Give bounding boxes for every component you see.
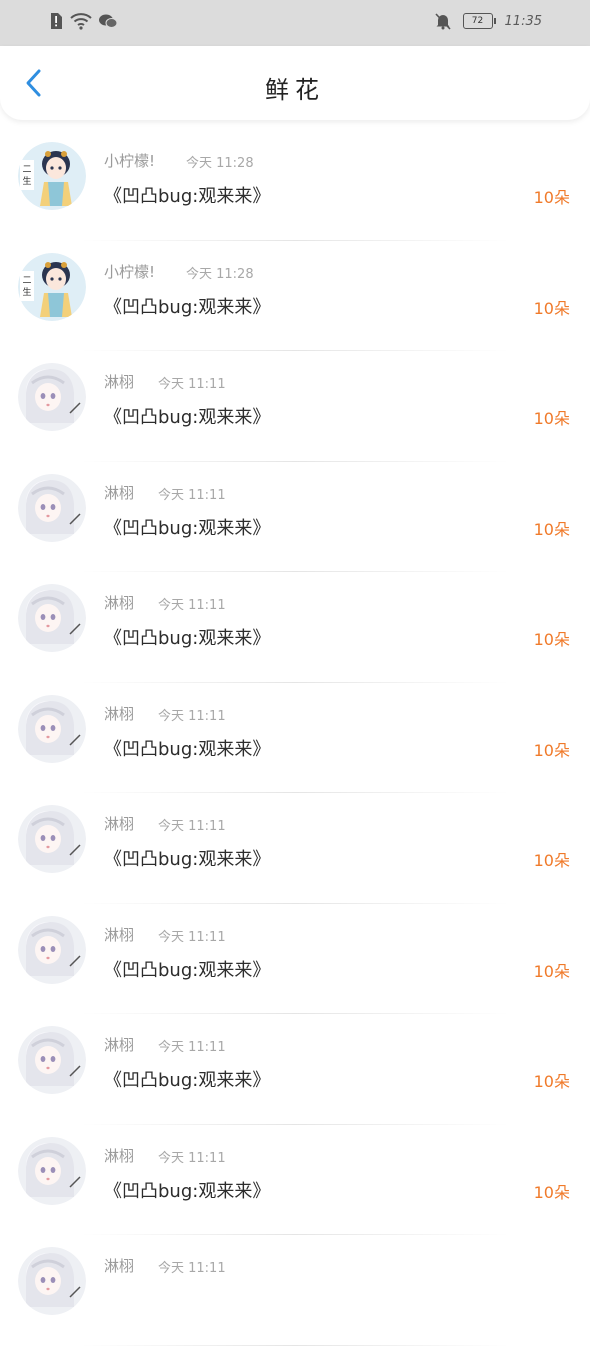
sender-name: 小柠檬! [104, 152, 156, 170]
status-bar: 72 11:35 [0, 0, 590, 46]
avatar[interactable] [18, 805, 86, 873]
sender-name: 淋栩 [104, 815, 135, 833]
flower-count: 10朵 [533, 1182, 570, 1202]
flower-list: 二生 小柠檬! 今天 11:28 《凹凸bug:观来来》 10朵 二生 小柠檬!… [0, 130, 590, 1346]
timestamp: 今天 11:11 [158, 377, 226, 392]
anime-girl-white-icon [18, 363, 86, 431]
anime-girl-white-icon [18, 1136, 86, 1205]
gift-description: 《凹凸bug:观来来》 [104, 738, 271, 760]
timestamp: 今天 11:11 [158, 1150, 226, 1166]
anime-girl-white-icon [18, 694, 86, 763]
gift-description: 《凹凸bug:观来来》 [104, 186, 271, 207]
list-item[interactable]: 淋栩 今天 11:11 《凹凸bug:观来来》 10朵 [0, 793, 590, 904]
anime-girl-blue-icon: 二生 [18, 142, 86, 210]
gift-description: 《凹凸bug:观来来》 [104, 1070, 271, 1091]
flower-count: 10朵 [533, 188, 570, 207]
battery-icon: 72 [462, 13, 496, 29]
avatar[interactable] [18, 694, 86, 763]
gift-description: 《凹凸bug:观来来》 [104, 628, 271, 649]
gift-description: 《凹凸bug:观来来》 [104, 849, 271, 870]
sender-name: 淋栩 [104, 483, 135, 502]
gift-description: 《凹凸bug:观来来》 [104, 296, 271, 318]
sender-name: 淋栩 [104, 1257, 135, 1275]
avatar[interactable]: 二生 [18, 142, 86, 210]
anime-girl-white-icon [18, 584, 86, 652]
top-bar: 鲜花 [0, 46, 590, 120]
avatar[interactable] [18, 1247, 86, 1315]
avatar[interactable]: 二生 [18, 252, 86, 321]
wechat-icon [99, 14, 118, 28]
list-item[interactable]: 淋栩 今天 11:11 [0, 1235, 590, 1346]
sim-alert-icon [51, 13, 62, 29]
svg-text:二: 二 [22, 165, 31, 175]
list-item[interactable]: 淋栩 今天 11:11 《凹凸bug:观来来》 10朵 [0, 351, 590, 462]
timestamp: 今天 11:11 [158, 929, 226, 945]
status-right: 72 11:35 [434, 12, 542, 30]
list-item[interactable]: 淋栩 今天 11:11 《凹凸bug:观来来》 10朵 [0, 1014, 590, 1125]
wifi-icon [70, 13, 92, 30]
avatar[interactable] [18, 915, 86, 984]
flower-count: 10朵 [533, 1072, 570, 1091]
gift-description: 《凹凸bug:观来来》 [104, 959, 271, 981]
timestamp: 今天 11:11 [158, 819, 226, 834]
avatar[interactable] [18, 363, 86, 431]
gift-description: 《凹凸bug:观来来》 [104, 517, 271, 539]
avatar[interactable] [18, 584, 86, 652]
avatar[interactable] [18, 473, 86, 542]
svg-text:二: 二 [22, 276, 31, 286]
list-item[interactable]: 淋栩 今天 11:11 《凹凸bug:观来来》 10朵 [0, 1125, 590, 1235]
sender-name: 淋栩 [104, 704, 135, 723]
anime-girl-white-icon [18, 473, 86, 542]
timestamp: 今天 11:11 [158, 487, 226, 503]
sender-name: 淋栩 [104, 594, 135, 612]
list-item[interactable]: 淋栩 今天 11:11 《凹凸bug:观来来》 10朵 [0, 462, 590, 572]
sender-name: 淋栩 [104, 373, 135, 391]
flower-count: 10朵 [533, 409, 570, 428]
avatar[interactable] [18, 1136, 86, 1205]
clock: 11:35 [504, 13, 542, 29]
sender-name: 小柠檬! [104, 262, 156, 281]
timestamp: 今天 11:11 [158, 1261, 226, 1276]
timestamp: 今天 11:11 [158, 1040, 226, 1055]
list-item[interactable]: 淋栩 今天 11:11 《凹凸bug:观来来》 10朵 [0, 572, 590, 683]
timestamp: 今天 11:11 [158, 598, 226, 613]
divider [80, 1344, 510, 1346]
battery-level: 72 [471, 16, 484, 26]
flower-count: 10朵 [533, 961, 570, 981]
flower-count: 10朵 [533, 851, 570, 870]
list-item[interactable]: 淋栩 今天 11:11 《凹凸bug:观来来》 10朵 [0, 683, 590, 793]
flower-count: 10朵 [533, 519, 570, 539]
flower-count: 10朵 [533, 298, 570, 318]
page-title: 鲜花 [265, 76, 325, 104]
sender-name: 淋栩 [104, 1146, 135, 1165]
anime-girl-white-icon [18, 805, 86, 873]
mute-bell-icon [434, 13, 451, 30]
anime-girl-white-icon [18, 1247, 86, 1315]
sender-name: 淋栩 [104, 1036, 135, 1054]
list-item[interactable]: 二生 小柠檬! 今天 11:28 《凹凸bug:观来来》 10朵 [0, 241, 590, 351]
flower-count: 10朵 [533, 740, 570, 760]
flower-count: 10朵 [533, 630, 570, 649]
gift-description: 《凹凸bug:观来来》 [104, 1180, 271, 1202]
timestamp: 今天 11:28 [186, 266, 254, 282]
list-item[interactable]: 淋栩 今天 11:11 《凹凸bug:观来来》 10朵 [0, 904, 590, 1014]
avatar[interactable] [18, 1026, 86, 1094]
svg-text:生: 生 [22, 175, 31, 187]
sender-name: 淋栩 [104, 925, 135, 944]
gift-description: 《凹凸bug:观来来》 [104, 407, 271, 428]
anime-girl-blue-icon: 二生 [18, 252, 86, 321]
svg-text:生: 生 [22, 286, 31, 298]
anime-girl-white-icon [18, 1026, 86, 1094]
timestamp: 今天 11:11 [158, 708, 226, 724]
timestamp: 今天 11:28 [186, 156, 254, 171]
anime-girl-white-icon [18, 915, 86, 984]
status-left-icons [48, 12, 118, 30]
list-item[interactable]: 二生 小柠檬! 今天 11:28 《凹凸bug:观来来》 10朵 [0, 130, 590, 241]
